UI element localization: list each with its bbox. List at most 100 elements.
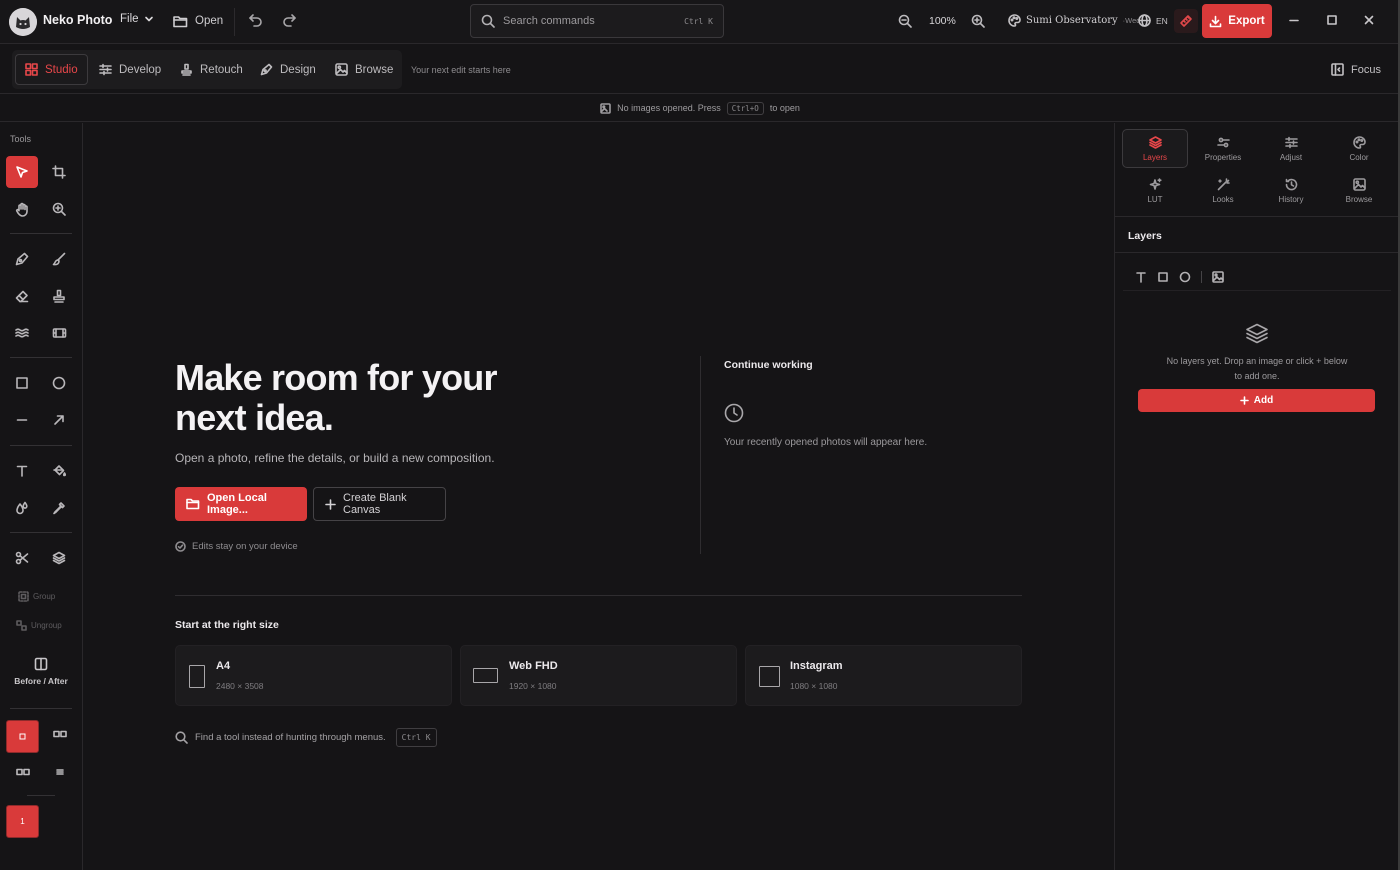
before-after-toggle[interactable]: Before / After — [8, 657, 74, 686]
hand-tool[interactable] — [6, 193, 38, 225]
undo-button[interactable] — [248, 13, 263, 27]
find-tool-hint[interactable]: Find a tool instead of hunting through m… — [175, 728, 437, 747]
ruler-toggle-button[interactable] — [1174, 9, 1198, 33]
panel-tab-layers[interactable]: Layers — [1122, 129, 1188, 168]
folder-icon — [173, 15, 188, 28]
split-view-icon — [34, 657, 48, 671]
tab-retouch[interactable]: Retouch — [171, 54, 252, 85]
close-button[interactable] — [1363, 14, 1375, 26]
panel-tab-lut[interactable]: LUT — [1122, 171, 1188, 210]
swap-colors-button[interactable] — [53, 730, 67, 738]
tools-sidebar: Tools Group Ungroup Before / After 1 — [0, 123, 83, 870]
preset-card-web-fhd[interactable]: Web FHD 1920 × 1080 — [460, 645, 737, 706]
layers-icon — [1148, 135, 1162, 149]
eyedropper-icon — [53, 502, 65, 515]
portrait-page-icon — [189, 665, 205, 688]
panel-tab-browse[interactable]: Browse — [1326, 171, 1392, 210]
panel-tab-looks[interactable]: Looks — [1190, 171, 1256, 210]
image-icon — [335, 63, 348, 76]
panel-tab-label: History — [1278, 194, 1304, 204]
fill-tool[interactable] — [43, 455, 75, 487]
foreground-color-swatch[interactable] — [6, 720, 39, 753]
preset-card-a4[interactable]: A4 2480 × 3508 — [175, 645, 452, 706]
panel-tab-properties[interactable]: Properties — [1190, 129, 1256, 168]
panel-tab-label: Browse — [1345, 194, 1373, 204]
add-layer-button[interactable]: Add — [1138, 389, 1375, 412]
blur-tool[interactable] — [6, 492, 38, 524]
stamp-tool[interactable] — [43, 280, 75, 312]
tool-divider — [10, 357, 72, 358]
adjust-icon — [1284, 136, 1298, 148]
redo-button[interactable] — [282, 13, 297, 27]
language-selector[interactable]: EN — [1138, 14, 1168, 27]
zoom-out-button[interactable] — [898, 14, 912, 28]
zoom-level[interactable]: 100% — [929, 15, 956, 27]
zoom-tool[interactable] — [43, 193, 75, 225]
line-tool[interactable] — [6, 404, 38, 436]
search-placeholder: Search commands — [503, 15, 595, 27]
tab-browse[interactable]: Browse — [326, 54, 402, 85]
add-ellipse-layer-button[interactable] — [1179, 271, 1191, 283]
file-menu[interactable]: File — [120, 13, 154, 25]
group-button[interactable]: Group — [18, 591, 55, 602]
smudge-tool[interactable] — [6, 317, 38, 349]
minimize-button[interactable] — [1288, 14, 1300, 26]
command-search-input[interactable]: Search commands Ctrl K — [470, 4, 724, 38]
preset-card-instagram[interactable]: Instagram 1080 × 1080 — [745, 645, 1022, 706]
brush-tool[interactable] — [43, 243, 75, 275]
maximize-button[interactable] — [1326, 14, 1338, 26]
select-tool[interactable] — [6, 156, 38, 188]
menu-lines-button[interactable] — [56, 768, 64, 776]
filmstrip-tool[interactable] — [43, 317, 75, 349]
add-image-layer-button[interactable] — [1212, 271, 1224, 283]
add-text-layer-button[interactable] — [1135, 271, 1147, 283]
hero-subtitle: Open a photo, refine the details, or bui… — [175, 451, 495, 465]
scissors-icon — [15, 551, 29, 565]
open-local-label: Open Local Image... — [207, 492, 267, 516]
focus-mode-button[interactable]: Focus — [1331, 63, 1381, 76]
panel-tab-history[interactable]: History — [1258, 171, 1324, 210]
create-blank-canvas-button[interactable]: Create Blank Canvas — [313, 487, 446, 521]
theme-selector[interactable]: Sumi Observatory ·Wed — [1008, 14, 1140, 27]
tab-design[interactable]: Design — [251, 54, 325, 85]
crop-tool[interactable] — [43, 156, 75, 188]
text-icon — [16, 465, 28, 477]
find-tool-shortcut: Ctrl K — [395, 728, 437, 747]
swatch-number: 1 — [20, 817, 25, 826]
stamp-icon — [53, 289, 65, 303]
app-name: Neko Photo — [43, 13, 113, 27]
square-outline-icon — [19, 733, 26, 740]
active-swatch-button[interactable]: 1 — [6, 805, 39, 838]
arrow-tool[interactable] — [43, 404, 75, 436]
eraser-tool[interactable] — [6, 280, 38, 312]
globe-icon — [1138, 14, 1151, 27]
tab-studio[interactable]: Studio — [15, 54, 88, 85]
add-rectangle-layer-button[interactable] — [1157, 271, 1169, 283]
double-square-icon — [53, 730, 67, 738]
ungroup-button[interactable]: Ungroup — [16, 620, 62, 631]
export-button[interactable]: Export — [1202, 4, 1272, 38]
tool-divider — [10, 708, 72, 709]
layers-empty-message: No layers yet. Drop an image or click + … — [1166, 356, 1348, 381]
image-icon — [1352, 177, 1366, 191]
rectangle-tool[interactable] — [6, 367, 38, 399]
cut-tool[interactable] — [6, 542, 38, 574]
pen-tool[interactable] — [6, 243, 38, 275]
tab-develop[interactable]: Develop — [90, 54, 170, 85]
pointer-icon — [16, 166, 28, 178]
ellipse-tool[interactable] — [43, 367, 75, 399]
open-local-image-button[interactable]: Open Local Image... — [175, 487, 307, 521]
panel-tab-adjust[interactable]: Adjust — [1258, 129, 1324, 168]
export-label: Export — [1228, 15, 1265, 27]
preset-dimensions: 1920 × 1080 — [509, 681, 557, 691]
layers-icon — [1245, 323, 1269, 345]
zoom-in-button[interactable] — [971, 14, 985, 28]
panel-tab-color[interactable]: Color — [1326, 129, 1392, 168]
paint-bucket-icon — [53, 465, 66, 477]
open-button[interactable]: Open — [173, 11, 223, 31]
plus-icon — [325, 498, 336, 510]
layers-tool[interactable] — [43, 542, 75, 574]
channel-mode-button[interactable] — [16, 768, 30, 776]
eyedropper-tool[interactable] — [43, 492, 75, 524]
text-tool[interactable] — [6, 455, 38, 487]
